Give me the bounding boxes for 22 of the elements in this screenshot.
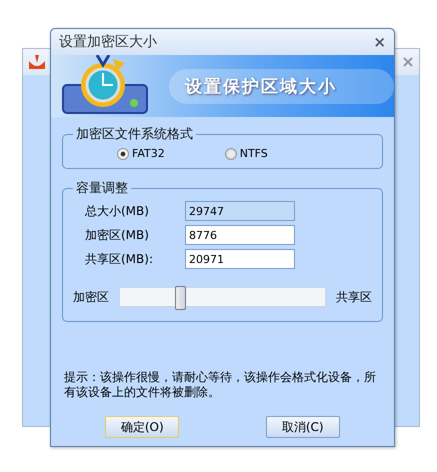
close-button[interactable]: ×	[373, 33, 386, 51]
banner-title: 设置保护区域大小	[169, 68, 394, 104]
input-field[interactable]: 20971	[185, 249, 295, 269]
slider-thumb[interactable]	[175, 286, 186, 310]
slider-track[interactable]	[119, 287, 326, 307]
hint-text: 提示：该操作很慢，请耐心等待，该操作会格式化设备，所有该设备上的文件将被删除。	[64, 370, 377, 400]
group-title: 容量调整	[75, 180, 129, 197]
field-label: 总大小(MB)	[85, 202, 150, 220]
field-label: 加密区(MB)	[85, 226, 150, 244]
slider-label: 加密区	[73, 288, 109, 306]
field-label: 共享区(MB):	[85, 250, 154, 268]
close-icon[interactable]	[403, 57, 413, 67]
input-field[interactable]: 8776	[185, 225, 295, 245]
window-title: 设置加密区大小	[59, 33, 157, 51]
app-logo-icon	[29, 55, 45, 69]
cancel-button[interactable]: 取消(C)	[266, 416, 340, 438]
ok-button[interactable]: 确定(O)	[105, 416, 180, 438]
clock-device-icon	[61, 55, 149, 117]
radio-option[interactable]: NTFS	[224, 147, 268, 160]
radio-option[interactable]: FAT32	[117, 147, 165, 160]
group-title: 加密区文件系统格式	[75, 126, 194, 143]
slider-label: 共享区	[336, 288, 372, 306]
